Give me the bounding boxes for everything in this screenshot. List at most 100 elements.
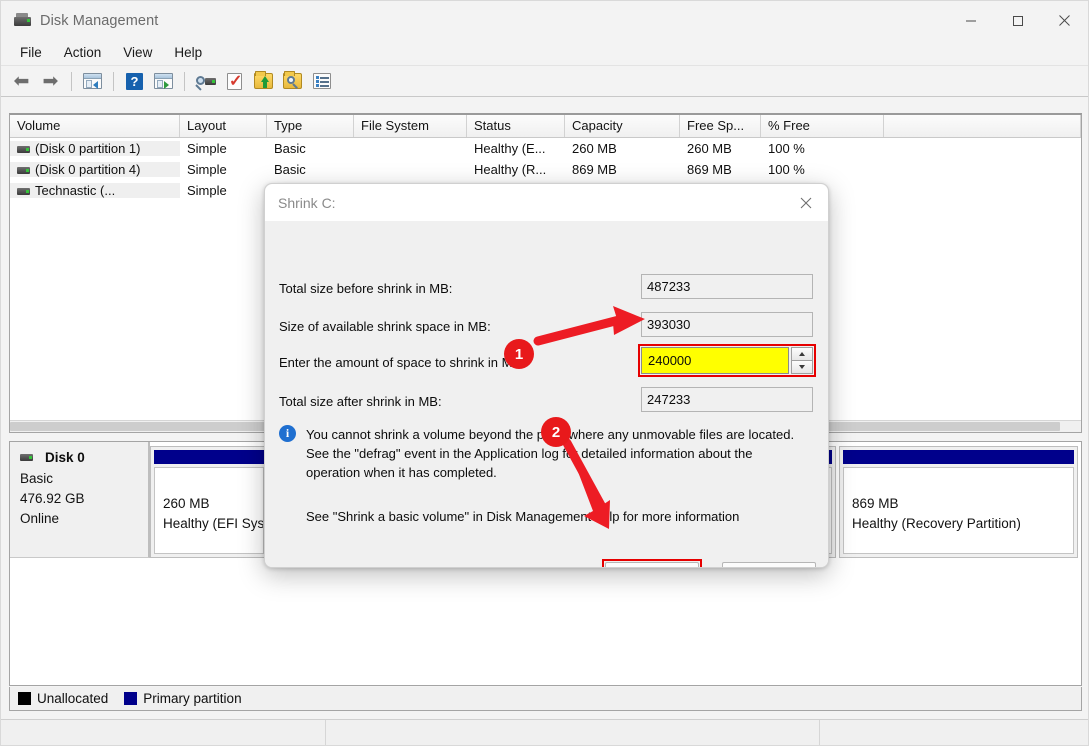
volume-drive-icon: [17, 167, 30, 174]
window-title: Disk Management: [40, 13, 158, 29]
cell-type: Basic: [267, 162, 354, 177]
field-value-total-size-before: 487233: [641, 274, 813, 299]
cell-volume-text: (Disk 0 partition 4): [35, 162, 140, 177]
left-arrow-icon: ⬅: [14, 72, 30, 91]
rescan-disks-button[interactable]: [221, 69, 248, 94]
info-icon: i: [279, 425, 296, 442]
field-total-size-before: Total size before shrink in MB: 487233: [265, 274, 828, 302]
legend-label-unallocated: Unallocated: [37, 691, 108, 706]
cell-layout: Simple: [180, 162, 267, 177]
cell-free-space: 260 MB: [680, 141, 761, 156]
partition-status: Healthy (Recovery Partition): [852, 514, 1073, 534]
disk-size: 476.92 GB: [20, 489, 148, 509]
close-icon[interactable]: [1041, 1, 1088, 40]
disk-type: Basic: [20, 469, 148, 489]
cell-volume: (Disk 0 partition 1): [10, 141, 180, 156]
field-available-shrink-space: Size of available shrink space in MB: 39…: [265, 312, 828, 340]
cell-volume: Technastic (...: [10, 183, 180, 198]
volume-drive-icon: [17, 146, 30, 153]
show-hide-console-tree-button[interactable]: [79, 69, 106, 94]
folder-magnifier-icon: [283, 73, 302, 89]
volume-drive-icon: [17, 188, 30, 195]
menu-item-view[interactable]: View: [112, 42, 163, 63]
folder-up-arrow-icon: [254, 73, 273, 89]
cell-type: Basic: [267, 141, 354, 156]
disk-name-text: Disk 0: [45, 450, 85, 465]
cancel-button[interactable]: Cancel: [722, 562, 816, 568]
spinner-buttons: [791, 347, 813, 374]
disk-management-window: Disk Management File Action View Help ⬅ …: [0, 0, 1089, 746]
field-amount-to-shrink: Enter the amount of space to shrink in M…: [265, 347, 828, 377]
cell-status: Healthy (E...: [467, 141, 565, 156]
open-folder-button[interactable]: [250, 69, 277, 94]
column-header-free-space[interactable]: Free Sp...: [680, 115, 761, 137]
legend-label-primary-partition: Primary partition: [143, 691, 241, 706]
toolbar-separator: [184, 72, 185, 91]
close-icon[interactable]: [783, 184, 828, 221]
field-value-available-shrink-space: 393030: [641, 312, 813, 337]
field-label-total-size-after: Total size after shrink in MB:: [279, 394, 442, 409]
partition-block[interactable]: 869 MB Healthy (Recovery Partition): [839, 446, 1078, 558]
partition-status: Healthy (EFI Syst: [163, 514, 263, 534]
menu-item-file[interactable]: File: [9, 42, 53, 63]
disk-view-empty-area: [10, 558, 1081, 686]
shrink-amount-stepper[interactable]: 240000: [641, 347, 813, 374]
minimize-icon[interactable]: [947, 1, 994, 40]
drive-properties-icon: [196, 73, 216, 89]
maximize-icon[interactable]: [994, 1, 1041, 40]
column-header-percent-free[interactable]: % Free: [761, 115, 884, 137]
dialog-body: Total size before shrink in MB: 487233 S…: [265, 221, 828, 568]
shrink-amount-input[interactable]: 240000: [641, 347, 789, 374]
field-label-available-shrink-space: Size of available shrink space in MB:: [279, 319, 491, 334]
toolbar-separator: [71, 72, 72, 91]
back-button[interactable]: ⬅: [8, 69, 35, 94]
legend-swatch-unallocated: [18, 692, 31, 705]
dialog-info-text: You cannot shrink a volume beyond the po…: [306, 425, 806, 482]
column-header-extra[interactable]: [884, 115, 1081, 137]
window-titlebar: Disk Management: [1, 1, 1088, 40]
partition-details: 869 MB Healthy (Recovery Partition): [843, 467, 1074, 554]
field-value-total-size-after: 247233: [641, 387, 813, 412]
shrink-button[interactable]: Shrink: [605, 562, 699, 568]
list-details-icon: [313, 73, 331, 89]
partition-block[interactable]: 260 MB Healthy (EFI Syst: [150, 446, 268, 558]
forward-button[interactable]: ➡: [37, 69, 64, 94]
column-header-status[interactable]: Status: [467, 115, 565, 137]
search-folder-button[interactable]: [279, 69, 306, 94]
dialog-title: Shrink C:: [278, 195, 336, 211]
console-tree-icon: [83, 73, 102, 89]
menu-item-action[interactable]: Action: [53, 42, 113, 63]
disk-info-block[interactable]: Disk 0 Basic 476.92 GB Online: [10, 442, 150, 558]
right-arrow-icon: ➡: [43, 72, 59, 91]
partition-details: 260 MB Healthy (EFI Syst: [154, 467, 264, 554]
spinner-down-icon[interactable]: [791, 360, 813, 374]
column-header-capacity[interactable]: Capacity: [565, 115, 680, 137]
column-header-type[interactable]: Type: [267, 115, 354, 137]
show-hide-action-pane-button[interactable]: [150, 69, 177, 94]
statusbar-pane-3: [820, 720, 1089, 745]
partition-color-bar: [154, 450, 264, 464]
statusbar-pane-2: [326, 720, 820, 745]
partition-size: 869 MB: [852, 494, 1073, 514]
properties-button[interactable]: [192, 69, 219, 94]
cell-percent-free: 100 %: [761, 162, 884, 177]
cell-status: Healthy (R...: [467, 162, 565, 177]
column-header-file-system[interactable]: File System: [354, 115, 467, 137]
field-total-size-after: Total size after shrink in MB: 247233: [265, 387, 828, 415]
shrink-dialog: Shrink C: Total size before shrink in MB…: [264, 183, 829, 568]
disk-drive-icon: [14, 12, 31, 29]
legend-swatch-primary-partition: [124, 692, 137, 705]
volume-list-header: Volume Layout Type File System Status Ca…: [10, 115, 1081, 138]
list-view-button[interactable]: [308, 69, 335, 94]
table-row[interactable]: (Disk 0 partition 1) Simple Basic Health…: [10, 138, 1081, 159]
cell-percent-free: 100 %: [761, 141, 884, 156]
partition-legend: Unallocated Primary partition: [9, 687, 1082, 711]
menu-item-help[interactable]: Help: [163, 42, 213, 63]
statusbar-pane-1: [1, 720, 326, 745]
table-row[interactable]: (Disk 0 partition 4) Simple Basic Health…: [10, 159, 1081, 180]
column-header-layout[interactable]: Layout: [180, 115, 267, 137]
column-header-volume[interactable]: Volume: [10, 115, 180, 137]
spinner-up-icon[interactable]: [791, 347, 813, 360]
cell-layout: Simple: [180, 183, 267, 198]
help-button[interactable]: ?: [121, 69, 148, 94]
